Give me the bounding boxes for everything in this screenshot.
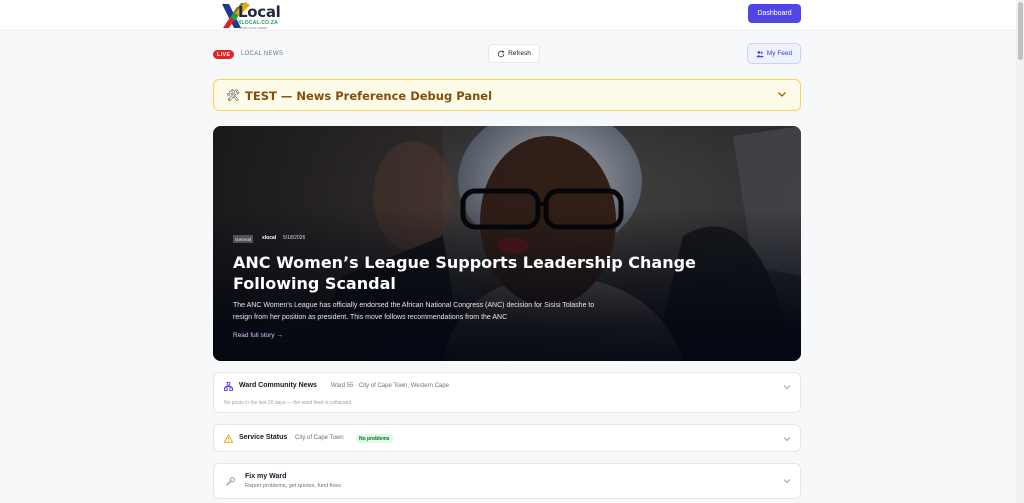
chevron-down-icon[interactable]: [782, 476, 792, 486]
service-status-title: Service Status: [239, 434, 288, 441]
refresh-label: Refresh: [508, 50, 531, 57]
ward-news-meta: Ward 55 · City of Cape Town, Western Cap…: [331, 383, 449, 389]
dashboard-button[interactable]: Dashboard: [748, 4, 801, 23]
story-headline[interactable]: ANC Women’s League Supports Leadership C…: [233, 252, 778, 294]
top-navbar: Local XLOCAL.CO.ZA YOUR LOCAL NEWS Dashb…: [0, 0, 1016, 31]
fix-my-ward-subtitle: Report problems, get quotes, fund fixes: [245, 483, 341, 489]
my-feed-button[interactable]: My Feed: [747, 43, 801, 64]
chevron-down-icon[interactable]: [782, 434, 792, 444]
read-full-story-link[interactable]: Read full story →: [233, 332, 283, 339]
service-status-card[interactable]: Service Status City of Cape Town No prob…: [213, 424, 801, 452]
ward-news-title: Ward Community News: [239, 382, 317, 389]
status-badge: No problems: [356, 434, 393, 443]
scrollbar-thumb[interactable]: [1018, 2, 1023, 60]
ward-news-note: No posts in the last 30 days — the ward …: [224, 400, 353, 406]
scrollbar-track[interactable]: [1016, 0, 1024, 503]
chevron-down-icon[interactable]: [776, 88, 788, 100]
debug-panel-title: TEST — News Preference Debug Panel: [245, 89, 493, 103]
people-icon: [756, 50, 764, 57]
chevron-down-icon[interactable]: [782, 382, 792, 392]
network-icon: [224, 382, 233, 391]
story-excerpt: The ANC Women's League has officially en…: [233, 302, 595, 321]
warning-triangle-icon: [224, 434, 233, 443]
refresh-icon: [497, 49, 505, 57]
fix-my-ward-title: Fix my Ward: [245, 473, 287, 480]
service-status-location: City of Cape Town: [295, 435, 344, 441]
refresh-button[interactable]: Refresh: [488, 44, 540, 63]
featured-story[interactable]: General xlocal 5/18/2026 ANC Women’s Lea…: [213, 126, 801, 361]
logo-tagline: YOUR LOCAL NEWS: [238, 26, 268, 30]
debug-panel-toggle[interactable]: 🛠 TEST — News Preference Debug Panel: [213, 79, 801, 111]
my-feed-label: My Feed: [766, 50, 793, 57]
story-date: 5/18/2026: [283, 235, 306, 241]
category-badge: General: [233, 235, 254, 243]
story-source: xlocal: [262, 235, 277, 241]
ward-community-news-card[interactable]: Ward Community News Ward 55 · City of Ca…: [213, 372, 801, 413]
wrench-icon: [226, 477, 235, 486]
fix-my-ward-card[interactable]: Fix my Ward Report problems, get quotes,…: [213, 463, 801, 499]
section-label: LOCAL NEWS: [241, 51, 284, 57]
logo-wordmark: Local: [238, 3, 281, 21]
hero-overlay: [213, 126, 801, 361]
live-badge: LIVE: [213, 50, 235, 59]
tools-icon: 🛠: [226, 90, 240, 102]
